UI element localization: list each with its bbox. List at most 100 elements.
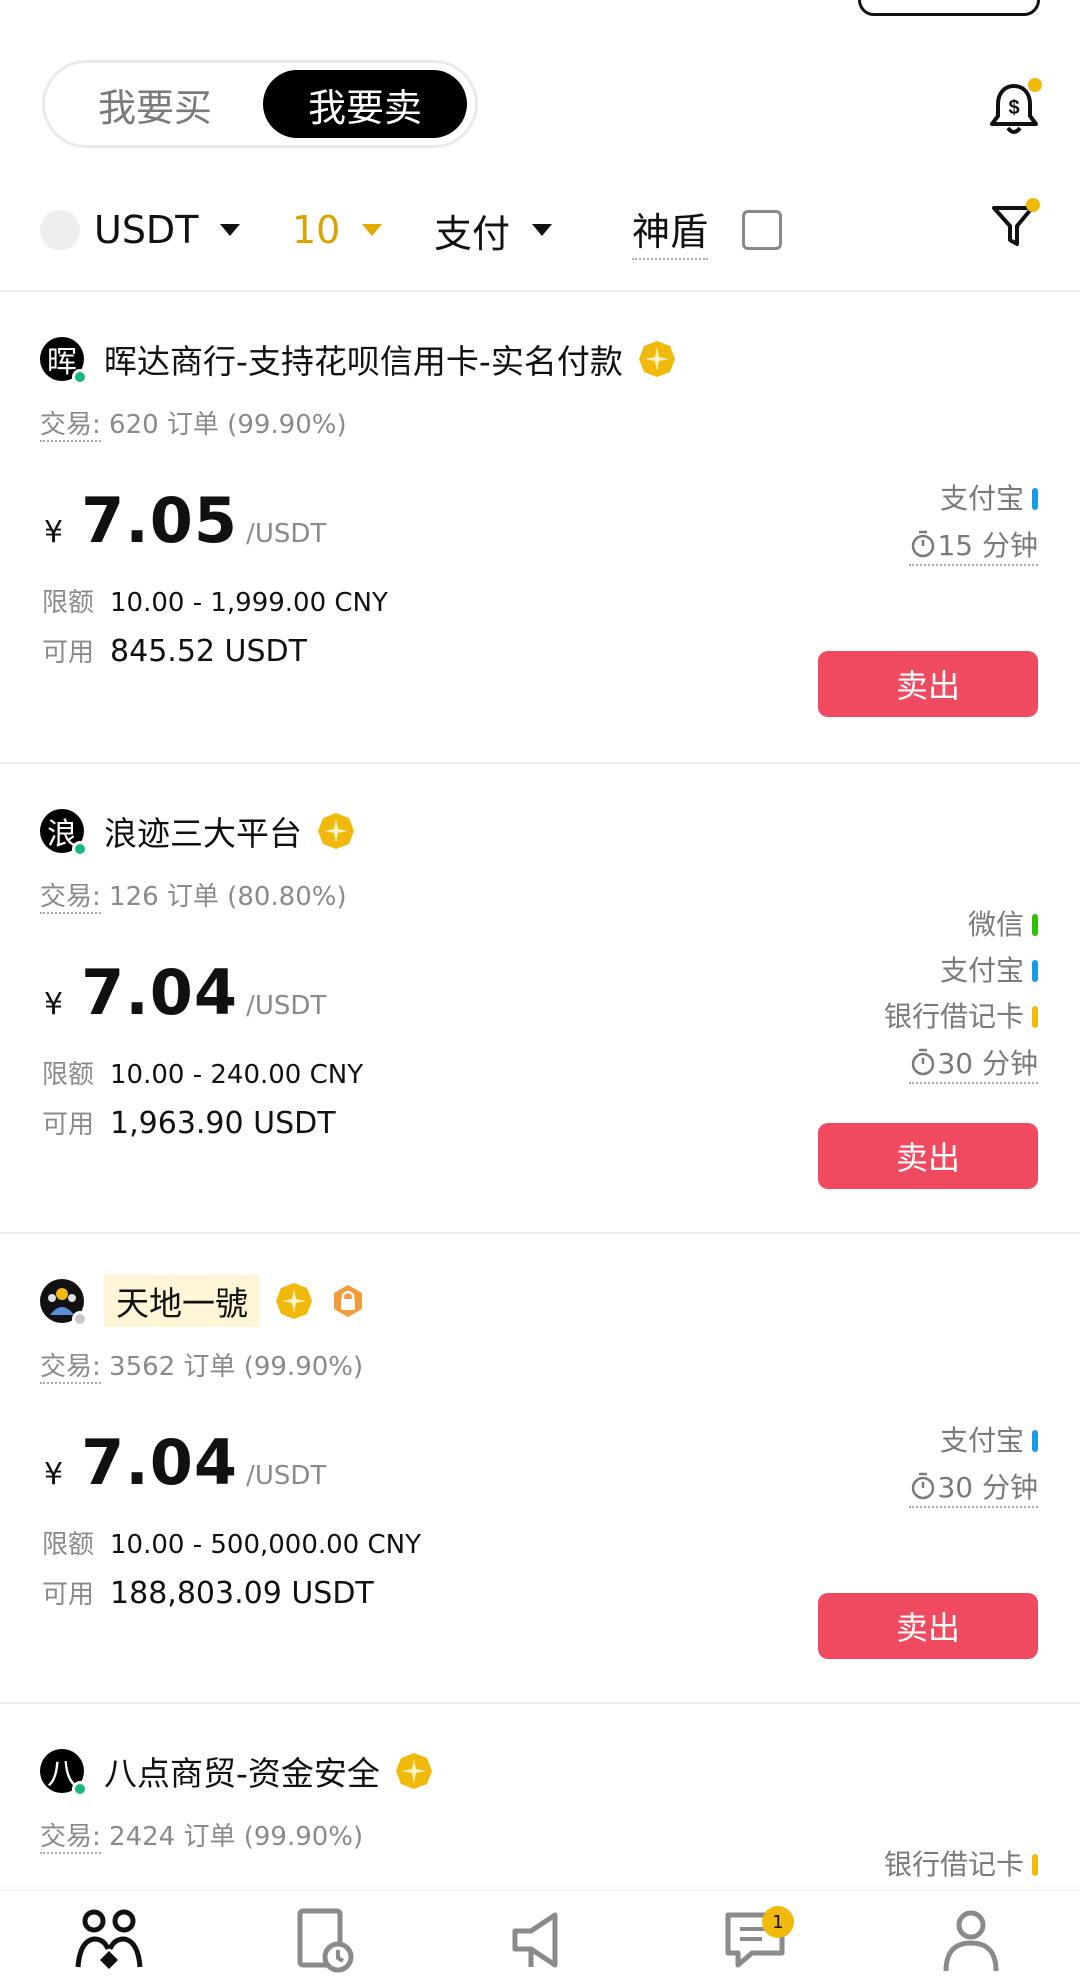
available-label: 可用: [42, 638, 95, 668]
tab-buy[interactable]: 我要买: [53, 70, 257, 138]
filter-bar: USDT 10 支付 神盾: [0, 190, 1080, 290]
ad-header[interactable]: 天地一號: [40, 1275, 368, 1327]
verified-merchant-icon: [638, 341, 675, 377]
chevron-down-icon: [532, 224, 553, 236]
payment-label: 支付: [434, 211, 511, 256]
timer-icon: [912, 1048, 935, 1076]
trade-label: 交易:: [40, 1822, 101, 1854]
timer-icon: [912, 530, 935, 558]
available-row: 可用 1,963.90 USDT: [42, 1104, 336, 1141]
top-button-edge[interactable]: [858, 0, 1040, 16]
ads-megaphone-icon[interactable]: [505, 1905, 575, 1975]
ad-header[interactable]: 晖 晖达商行-支持花呗信用卡-实名付款: [40, 334, 677, 385]
ad-header[interactable]: 八 八点商贸-资金安全: [40, 1746, 434, 1797]
payment-methods: 支付宝 30 分钟: [909, 1418, 1038, 1510]
price-value: 7.04: [81, 956, 239, 1029]
sell-button[interactable]: 卖出: [818, 651, 1038, 717]
price-unit: /USDT: [246, 1461, 327, 1491]
online-status-dot: [72, 369, 88, 385]
available-label: 可用: [42, 1110, 95, 1140]
verified-merchant-icon: [318, 813, 354, 849]
coin-filter[interactable]: USDT: [40, 190, 241, 270]
payment-method-alipay: 支付宝: [909, 476, 1038, 522]
available-label: 可用: [42, 1580, 95, 1610]
ad-card: 天地一號 交易: 3562 订单 (99.90%) ¥ 7.04 /USDT 限…: [0, 1234, 1080, 1704]
payment-methods: 微信 支付宝 银行借记卡 30 分钟: [884, 902, 1038, 1086]
shield-checkbox[interactable]: [742, 210, 783, 250]
trade-label: 交易:: [40, 410, 101, 442]
available-row: 可用 188,803.09 USDT: [42, 1574, 374, 1611]
payment-filter[interactable]: 支付: [434, 190, 553, 270]
orders-icon[interactable]: [290, 1905, 360, 1975]
limit-label: 限额: [42, 1060, 95, 1090]
merchant-name[interactable]: 天地一號: [104, 1275, 260, 1327]
tab-sell[interactable]: 我要卖: [263, 70, 467, 138]
offline-status-dot: [72, 1311, 88, 1327]
time-limit: 15 分钟: [937, 529, 1038, 562]
sell-button[interactable]: 卖出: [818, 1593, 1038, 1659]
trade-stats: 交易: 126 订单 (80.80%): [40, 876, 347, 914]
payment-methods: 支付宝 15 分钟: [909, 476, 1038, 568]
payment-method-label: 银行借记卡: [883, 1000, 1024, 1033]
svg-text:$: $: [1008, 97, 1019, 119]
payment-method-wechat: 微信: [884, 902, 1038, 948]
price: ¥ 7.04 /USDT: [44, 956, 326, 1029]
payment-color-bar: [1032, 914, 1038, 936]
payment-method-bank: 银行借记卡: [884, 994, 1038, 1040]
ad-card: 浪 浪迹三大平台 交易: 126 订单 (80.80%) ¥ 7.04 /USD…: [0, 764, 1080, 1234]
limit-value: 10.00 - 500,000.00 CNY: [110, 1530, 421, 1560]
limit-row: 限额 10.00 - 240.00 CNY: [42, 1054, 363, 1091]
payment-method-alipay: 支付宝: [909, 1418, 1038, 1464]
payment-method-bank: 银行借记卡: [884, 1842, 1038, 1888]
avatar: 晖: [40, 337, 88, 385]
payment-color-bar: [1032, 1006, 1038, 1028]
merchant-name[interactable]: 晖达商行-支持花呗信用卡-实名付款: [104, 335, 623, 383]
limit-label: 限额: [42, 588, 95, 618]
available-row: 可用 845.52 USDT: [42, 632, 307, 669]
profile-icon[interactable]: [936, 1905, 1006, 1975]
amount-filter[interactable]: 10: [292, 190, 383, 270]
limit-value: 10.00 - 240.00 CNY: [110, 1060, 364, 1090]
online-status-dot: [72, 841, 88, 857]
payment-method-label: 支付宝: [939, 1424, 1024, 1457]
trade-label: 交易:: [40, 1352, 101, 1384]
trade-stats-value: 126 订单 (80.80%): [109, 882, 347, 912]
payment-color-bar: [1032, 488, 1038, 510]
sell-button[interactable]: 卖出: [818, 1123, 1038, 1189]
avatar: 浪: [40, 809, 88, 857]
currency-symbol: ¥: [44, 515, 64, 550]
payment-color-bar: [1032, 960, 1038, 982]
limit-row: 限额 10.00 - 500,000.00 CNY: [42, 1524, 421, 1561]
timer-icon: [912, 1472, 935, 1500]
payment-color-bar: [1032, 1430, 1038, 1452]
amount-label: 10: [292, 208, 341, 252]
price-unit: /USDT: [246, 519, 327, 549]
currency-symbol: ¥: [44, 1457, 64, 1492]
buy-sell-toggle: 我要买 我要卖: [42, 60, 478, 148]
payment-time: 30 分钟: [884, 1040, 1038, 1086]
payment-method-label: 支付宝: [939, 954, 1024, 987]
verified-merchant-icon: [276, 1283, 312, 1319]
currency-symbol: ¥: [44, 987, 64, 1022]
payment-method-label: 支付宝: [939, 482, 1024, 515]
verified-merchant-icon: [395, 1753, 432, 1789]
shield-filter[interactable]: 神盾: [632, 190, 783, 270]
limit-row: 限额 10.00 - 1,999.00 CNY: [42, 582, 388, 619]
ad-header[interactable]: 浪 浪迹三大平台: [40, 806, 356, 857]
price-unit: /USDT: [246, 991, 327, 1021]
trade-stats: 交易: 620 订单 (99.90%): [40, 404, 347, 442]
merchant-name[interactable]: 浪迹三大平台: [104, 807, 302, 855]
chat-unread-badge: 1: [762, 1906, 794, 1938]
payment-method-alipay: 支付宝: [884, 948, 1038, 994]
avatar: [40, 1279, 88, 1327]
payment-method-label: 微信: [967, 908, 1024, 941]
trade-label: 交易:: [40, 882, 101, 914]
lock-badge-icon: [334, 1285, 362, 1317]
p2p-icon[interactable]: [74, 1905, 144, 1975]
bottom-nav: [0, 1890, 1080, 1983]
merchant-name[interactable]: 八点商贸-资金安全: [104, 1747, 380, 1795]
coin-label: USDT: [94, 208, 199, 252]
price-value: 7.05: [81, 484, 239, 557]
trade-stats-value: 620 订单 (99.90%): [109, 410, 347, 440]
payment-method-label: 银行借记卡: [883, 1848, 1024, 1881]
